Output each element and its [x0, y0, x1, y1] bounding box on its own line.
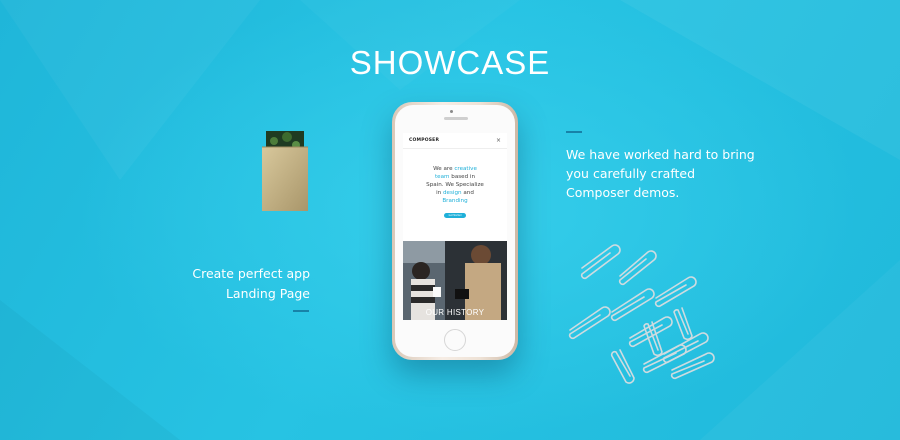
left-feature-line: Create perfect app: [192, 266, 310, 281]
left-divider: [293, 310, 309, 312]
right-divider: [566, 131, 582, 133]
page-title: SHOWCASE: [349, 44, 551, 81]
photo-caption: OUR HISTORY: [425, 308, 485, 317]
highlight-word: design: [443, 190, 462, 196]
camera-icon: [450, 110, 453, 113]
highlight-word: Branding: [442, 198, 468, 204]
speaker-grille: [444, 117, 468, 120]
phone-mockup: COMPOSER × We are creative team based in…: [392, 102, 518, 360]
phone-screen: COMPOSER × We are creative team based in…: [403, 133, 507, 320]
right-feature-text: We have worked hard to bring you careful…: [566, 145, 766, 202]
screen-navbar: COMPOSER ×: [403, 133, 507, 149]
left-feature-line: Landing Page: [225, 286, 310, 301]
highlight-word: creative: [454, 166, 477, 172]
right-feature-line: We have worked hard to bring: [566, 147, 755, 162]
screen-intro-text: We are creative team based in Spain. We …: [403, 165, 507, 205]
history-photo[interactable]: OUR HISTORY: [403, 241, 507, 320]
close-icon[interactable]: ×: [496, 137, 501, 144]
right-feature-line: Composer demos.: [566, 185, 680, 200]
right-feature-line: you carefully crafted: [566, 166, 696, 181]
brand-logo[interactable]: COMPOSER: [409, 138, 439, 143]
left-feature-text: Create perfect app Landing Page: [170, 264, 310, 304]
home-button-icon: [444, 329, 466, 351]
kraft-box-image: [262, 131, 308, 211]
get-started-button[interactable]: Get Started: [444, 213, 466, 218]
paper-clips-image: [560, 238, 730, 408]
phone-face: COMPOSER × We are creative team based in…: [395, 105, 515, 357]
highlight-word: team: [434, 174, 450, 180]
